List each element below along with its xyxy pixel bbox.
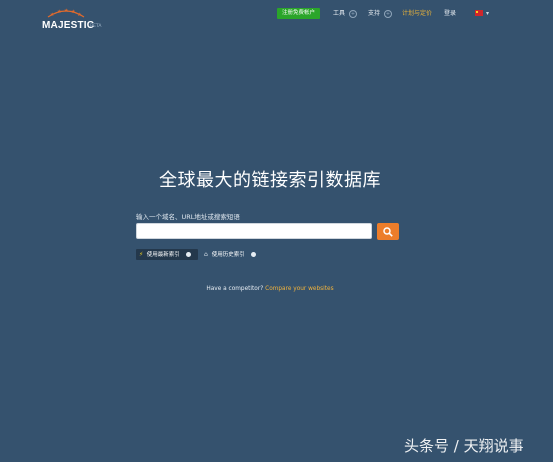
- search-input[interactable]: [136, 223, 372, 239]
- search-prompt: 输入一个域名、URL地址或搜索短语: [136, 213, 240, 221]
- svg-text:★: ★: [50, 12, 55, 18]
- beta-badge: BETA: [90, 24, 102, 29]
- search-icon: [383, 227, 393, 237]
- competitor-text: Have a competitor?: [206, 286, 264, 292]
- plus-icon: +: [349, 9, 358, 18]
- historic-index-label: 使用历史索引: [211, 252, 245, 258]
- lightning-icon: ⚡: [139, 251, 144, 258]
- historic-index-option[interactable]: ⌂ 使用历史索引: [204, 249, 256, 260]
- historic-index-radio[interactable]: [250, 252, 256, 257]
- svg-text:★: ★: [57, 9, 62, 15]
- fresh-index-option[interactable]: ⚡ 使用最新索引: [136, 249, 198, 260]
- plus-icon: +: [384, 9, 393, 18]
- stars-icon: ★ ★ ★ ★ ★: [47, 8, 85, 18]
- signup-button[interactable]: 注册免费帐户: [277, 8, 320, 19]
- nav-login[interactable]: 登录: [444, 8, 456, 19]
- svg-text:★: ★: [71, 9, 76, 15]
- nav-support-label: 支持: [368, 10, 381, 17]
- china-flag-icon[interactable]: [475, 10, 483, 16]
- nav-support[interactable]: 支持 +: [368, 8, 393, 19]
- page-title: 全球最大的链接索引数据库: [159, 170, 381, 191]
- brand-name: MAJESTIC: [42, 20, 95, 31]
- chevron-down-icon[interactable]: ▾: [486, 8, 489, 19]
- archive-icon: ⌂: [204, 251, 208, 258]
- nav-pricing[interactable]: 计划与定价: [402, 8, 432, 19]
- fresh-index-radio[interactable]: [185, 252, 191, 257]
- majestic-logo[interactable]: ★ ★ ★ ★ ★ MAJESTIC BETA: [42, 8, 112, 32]
- compare-websites-link[interactable]: Compare your websites: [265, 286, 334, 292]
- svg-text:★: ★: [64, 8, 69, 14]
- nav-tools[interactable]: 工具 +: [333, 8, 358, 19]
- competitor-line: Have a competitor? Compare your websites: [0, 286, 540, 292]
- nav-tools-label: 工具: [333, 10, 346, 17]
- watermark: 头条号 / 天翔说事: [404, 437, 524, 455]
- fresh-index-label: 使用最新索引: [146, 252, 180, 258]
- search-button[interactable]: [377, 223, 399, 240]
- svg-text:★: ★: [77, 12, 82, 18]
